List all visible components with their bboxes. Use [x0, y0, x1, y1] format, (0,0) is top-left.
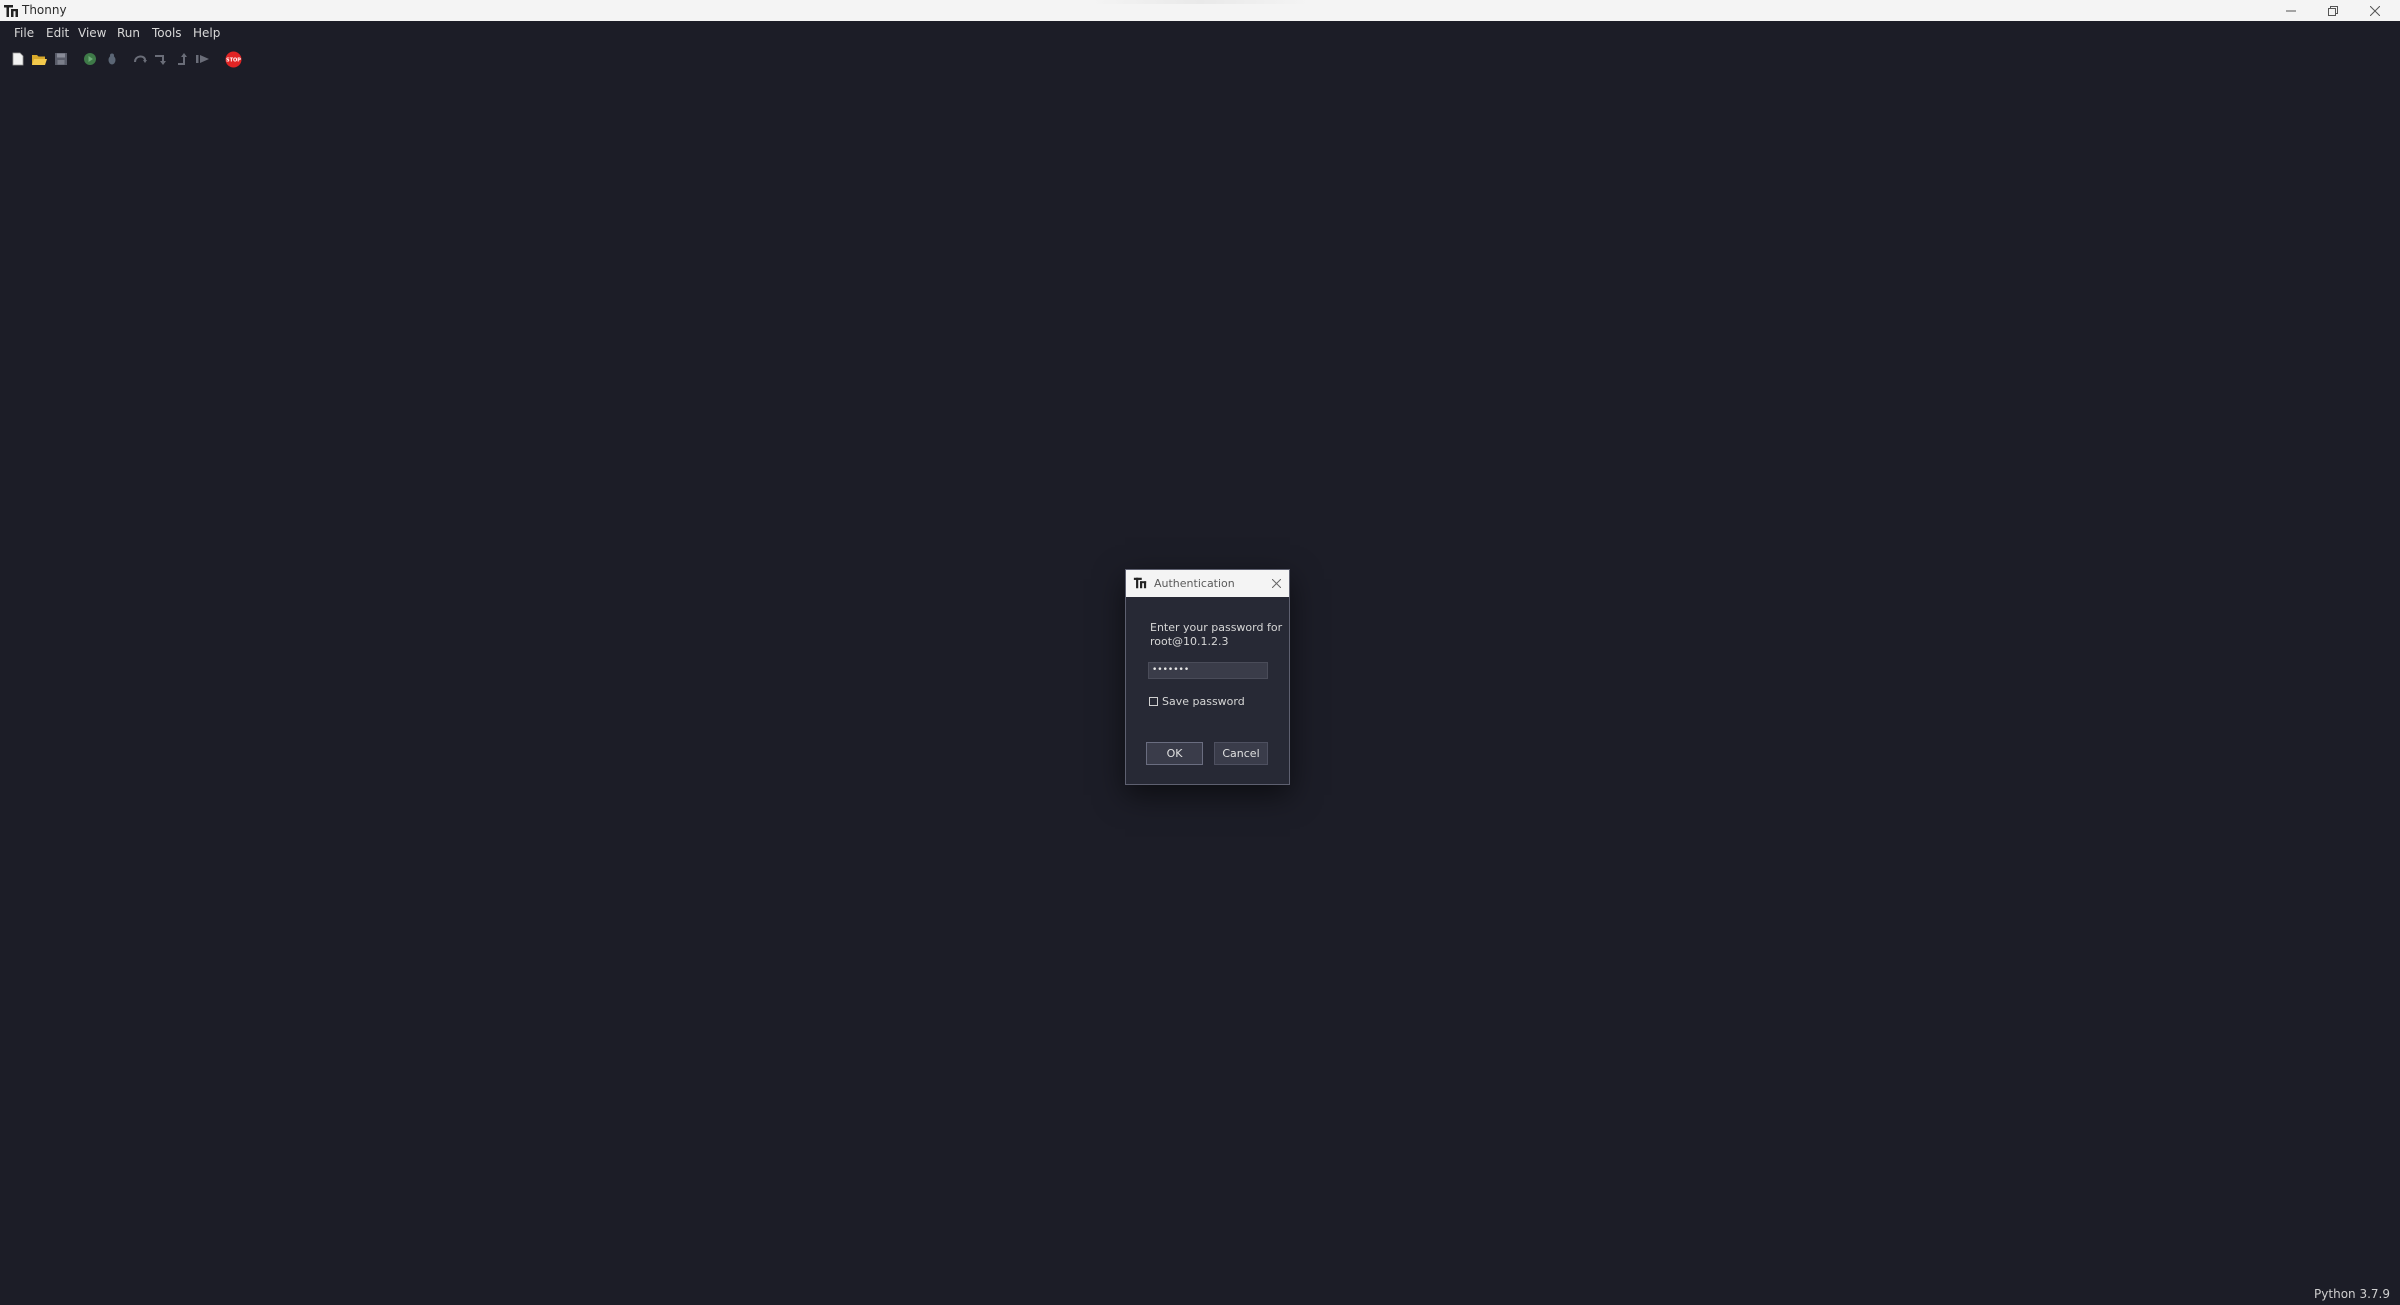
ok-button[interactable]: OK — [1146, 742, 1203, 765]
close-icon — [1271, 578, 1281, 588]
run-icon — [84, 53, 96, 65]
window-titlebar: Thonny — [0, 0, 2400, 21]
interpreter-status[interactable]: Python 3.7.9 — [2314, 1287, 2390, 1301]
password-input[interactable]: ••••••• — [1148, 662, 1268, 679]
titlebar-decoration — [1090, 0, 1310, 4]
menu-help[interactable]: Help — [193, 26, 220, 40]
open-file-icon — [32, 54, 47, 65]
step-out-button[interactable] — [174, 50, 192, 68]
stop-icon: STOP — [225, 51, 241, 67]
thonny-logo-icon — [1133, 577, 1147, 589]
menu-file[interactable]: File — [14, 26, 34, 40]
resume-icon — [196, 55, 209, 63]
menu-view[interactable]: View — [78, 26, 106, 40]
debug-icon — [108, 53, 116, 65]
save-password-checkbox-row[interactable]: Save password — [1149, 694, 1245, 708]
password-prompt: Enter your password for root@10.1.2.3 — [1150, 621, 1285, 649]
debug-button[interactable] — [103, 50, 121, 68]
save-password-label[interactable]: Save password — [1162, 695, 1245, 708]
save-button[interactable] — [52, 50, 70, 68]
dialog-close-button[interactable] — [1267, 574, 1285, 592]
stop-label: STOP — [226, 57, 241, 63]
menu-bar: File Edit View Run Tools Help — [0, 21, 2400, 45]
stop-button[interactable]: STOP — [224, 50, 242, 68]
authentication-dialog: Authentication Enter your password for r… — [1125, 569, 1290, 785]
prompt-line-1: Enter your password for — [1150, 621, 1283, 634]
restore-button[interactable] — [2312, 0, 2354, 21]
dialog-titlebar: Authentication — [1126, 570, 1289, 597]
open-file-button[interactable] — [30, 50, 48, 68]
window-title: Thonny — [22, 3, 67, 17]
close-window-button[interactable] — [2354, 0, 2396, 21]
new-file-icon — [12, 52, 24, 66]
step-into-icon — [155, 55, 166, 65]
thonny-logo-icon — [4, 5, 18, 17]
menu-edit[interactable]: Edit — [46, 26, 69, 40]
minimize-button[interactable] — [2270, 0, 2312, 21]
save-icon — [55, 53, 67, 65]
step-out-icon — [178, 53, 187, 65]
menu-tools[interactable]: Tools — [152, 26, 182, 40]
toolbar: STOP — [0, 45, 2400, 73]
save-password-checkbox[interactable] — [1149, 696, 1158, 706]
step-over-button[interactable] — [132, 50, 150, 68]
close-icon — [2370, 5, 2380, 16]
run-button[interactable] — [81, 50, 99, 68]
cancel-button[interactable]: Cancel — [1214, 742, 1268, 765]
resume-button[interactable] — [194, 50, 212, 68]
step-over-icon — [134, 55, 147, 63]
restore-icon — [2328, 5, 2338, 16]
prompt-host: root@10.1.2.3 — [1150, 635, 1229, 648]
dialog-title: Authentication — [1154, 577, 1235, 590]
menu-run[interactable]: Run — [117, 26, 140, 40]
minimize-icon — [2286, 10, 2296, 11]
step-into-button[interactable] — [152, 50, 170, 68]
new-file-button[interactable] — [9, 50, 27, 68]
